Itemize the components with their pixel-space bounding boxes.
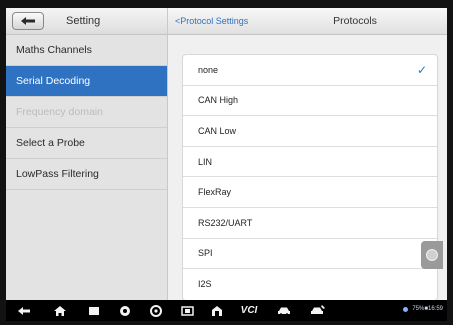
tablet-screen: Setting Maths Channels Serial Decoding Fre… — [6, 8, 447, 300]
protocol-option-label: SPI — [198, 248, 213, 259]
protocol-option-label: CAN High — [198, 95, 239, 106]
garage-icon[interactable] — [209, 303, 225, 318]
protocol-option-flexray[interactable]: FlexRay — [183, 177, 437, 208]
protocol-option-label: I2S — [198, 279, 212, 290]
back-button[interactable] — [12, 12, 44, 30]
sidebar-item-label: Maths Channels — [16, 44, 92, 56]
protocol-option-spi[interactable]: SPI — [183, 239, 437, 270]
protocol-list: none ✓ CAN High CAN Low LIN FlexRay RS232/UART… — [182, 54, 438, 300]
protocol-option-lin[interactable]: LIN — [183, 147, 437, 178]
page-title: Protocols — [333, 15, 377, 27]
status-clock: 75%■16:59 — [412, 306, 443, 312]
back-arrow-icon[interactable] — [16, 303, 32, 318]
protocol-option-none[interactable]: none ✓ — [183, 55, 437, 86]
sidebar-item-select-a-probe[interactable]: Select a Probe — [6, 128, 167, 159]
protocol-option-can-low[interactable]: CAN Low — [183, 116, 437, 147]
gallery-icon[interactable] — [179, 303, 195, 318]
sidebar-item-maths-channels[interactable]: Maths Channels — [6, 35, 167, 66]
vci-label: VCI — [240, 305, 258, 316]
protocols-panel: <Protocol Settings Protocols none ✓ CAN Hi… — [168, 8, 447, 300]
settings-sidebar: Setting Maths Channels Serial Decoding Fre… — [6, 8, 168, 300]
checkmark-icon: ✓ — [416, 62, 427, 77]
protocol-option-label: RS232/UART — [198, 217, 253, 228]
car-icon[interactable] — [276, 303, 292, 318]
recent-apps-icon[interactable] — [86, 303, 102, 318]
protocol-option-label: FlexRay — [198, 187, 232, 198]
settings-icon[interactable] — [117, 303, 133, 318]
sidebar-item-lowpass-filtering[interactable]: LowPass Filtering — [6, 159, 167, 190]
protocol-option-can-high[interactable]: CAN High — [183, 86, 437, 117]
sidebar-header: Setting — [6, 8, 167, 35]
status-area: 75%■16:59 — [403, 306, 443, 312]
sidebar-item-serial-decoding[interactable]: Serial Decoding — [6, 66, 167, 97]
protocol-option-label: LIN — [198, 156, 213, 167]
sidebar-item-label: Serial Decoding — [16, 75, 91, 87]
protocol-option-i2s[interactable]: I2S — [183, 269, 437, 300]
sidebar-item-label: Select a Probe — [16, 137, 85, 149]
floating-assist-button[interactable] — [421, 241, 443, 269]
back-arrow-icon — [21, 17, 35, 25]
camera-icon[interactable] — [148, 303, 164, 318]
repair-icon[interactable] — [309, 303, 327, 318]
protocol-option-rs232-uart[interactable]: RS232/UART — [183, 208, 437, 239]
home-icon[interactable] — [52, 303, 68, 318]
sidebar-item-frequency-domain: Frequency domain — [6, 97, 167, 128]
navigation-bar: VCI 75%■16:59 — [6, 300, 447, 321]
sidebar-title: Setting — [66, 15, 101, 27]
notification-icon — [403, 306, 409, 312]
assist-dot-icon — [426, 249, 438, 261]
protocol-option-label: none — [198, 64, 219, 75]
sidebar-item-label: Frequency domain — [16, 106, 103, 118]
protocols-header: <Protocol Settings Protocols — [168, 8, 447, 35]
protocol-option-label: CAN Low — [198, 125, 237, 136]
settings-menu: Maths Channels Serial Decoding Frequency d… — [6, 35, 167, 190]
vci-icon[interactable]: VCI — [237, 303, 261, 318]
sidebar-item-label: LowPass Filtering — [16, 168, 99, 180]
